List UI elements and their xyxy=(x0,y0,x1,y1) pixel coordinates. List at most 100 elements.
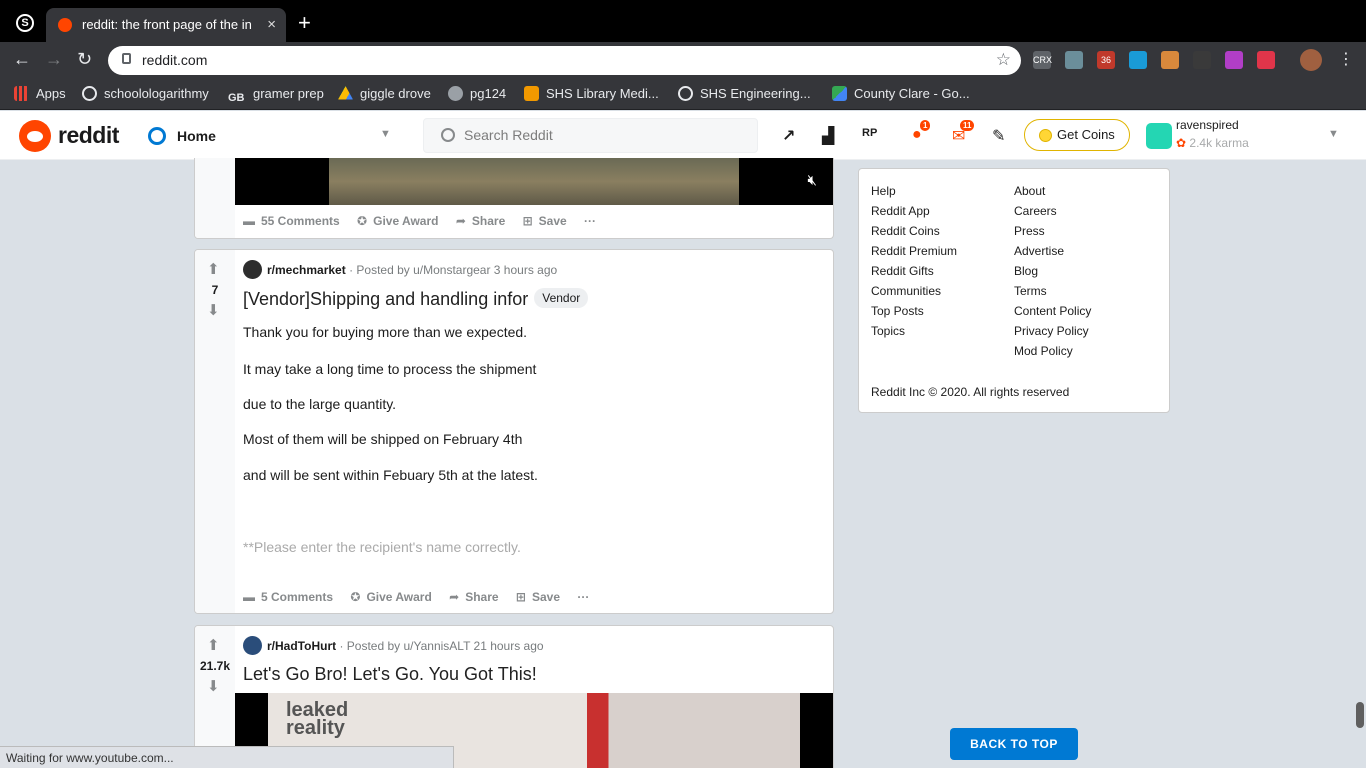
abp-icon[interactable]: 36 xyxy=(1097,51,1115,69)
comments-button[interactable]: ▬ 5 Comments xyxy=(243,590,333,604)
subreddit-icon[interactable] xyxy=(243,260,262,279)
back-arrow-icon[interactable]: ← xyxy=(13,49,31,70)
schoology-icon xyxy=(678,86,693,101)
bookmark-gramer-prep[interactable]: GB gramer prep xyxy=(228,86,324,107)
save-button[interactable]: ⊞ Save xyxy=(516,590,560,604)
downvote-arrow-icon[interactable]: ⬇ xyxy=(207,301,220,319)
leaf-ext-icon[interactable] xyxy=(1193,51,1211,69)
give-award-button[interactable]: ✪ Give Award xyxy=(350,590,431,604)
address-bar[interactable]: reddit.com ☆ xyxy=(108,46,1021,75)
owl-icon[interactable] xyxy=(1065,51,1083,69)
upvote-arrow-icon[interactable]: ⬆ xyxy=(207,636,220,654)
create-post-pencil-icon[interactable]: ✎ xyxy=(992,126,1005,146)
user-menu-chevron-icon[interactable]: ▼ xyxy=(1328,128,1339,140)
share-button[interactable]: ➦ Share xyxy=(456,214,505,228)
footer-link[interactable]: Reddit Coins xyxy=(871,224,940,238)
browser-menu-icon[interactable]: ⋮ xyxy=(1338,49,1354,69)
bookmark-shs-engineering[interactable]: SHS Engineering... xyxy=(678,86,811,101)
upvote-arrow-icon[interactable]: ⬆ xyxy=(207,260,220,278)
color-ext-icon[interactable] xyxy=(1225,51,1243,69)
post-card[interactable]: ⬆ 7 ⬇ r/mechmarket · Posted by u/Monstar… xyxy=(194,249,834,614)
get-coins-button[interactable]: Get Coins xyxy=(1024,119,1130,151)
post-actions: ▬ 5 Comments ✪ Give Award ➦ Share ⊞ Save ··· xyxy=(243,590,603,604)
footer-link[interactable]: Mod Policy xyxy=(1014,344,1073,358)
schoology-tab-icon[interactable]: S xyxy=(16,14,34,32)
footer-link[interactable]: Reddit Premium xyxy=(871,244,957,258)
footer-link[interactable]: Press xyxy=(1014,224,1045,238)
username[interactable]: ravenspired xyxy=(1176,118,1239,132)
save-button[interactable]: ⊞ Save xyxy=(523,214,567,228)
reddit-logo-icon[interactable] xyxy=(19,120,51,152)
rpan-icon[interactable]: RP xyxy=(862,127,877,139)
bookmark-pg124[interactable]: pg124 xyxy=(448,86,506,101)
subreddit-icon[interactable] xyxy=(243,636,262,655)
more-options-button[interactable]: ··· xyxy=(584,214,596,228)
video-frame xyxy=(329,158,739,205)
footer-link[interactable]: About xyxy=(1014,184,1045,198)
copyright: Reddit Inc © 2020. All rights reserved xyxy=(871,385,1070,399)
post-title[interactable]: Let's Go Bro! Let's Go. You Got This! xyxy=(243,664,537,685)
search-box[interactable] xyxy=(423,118,758,153)
footer-link[interactable]: Privacy Policy xyxy=(1014,324,1089,338)
url-text[interactable]: reddit.com xyxy=(142,52,207,68)
vote-column: ⬆ 7 ⬇ xyxy=(195,250,235,613)
reload-icon[interactable]: ↻ xyxy=(77,49,92,70)
back-to-top-button[interactable]: BACK TO TOP xyxy=(950,728,1078,760)
footer-link[interactable]: Careers xyxy=(1014,204,1057,218)
search-input[interactable] xyxy=(464,127,734,143)
trending-icon[interactable]: ↗ xyxy=(782,126,795,146)
home-icon xyxy=(148,127,166,145)
body-line: Thank you for buying more than we expect… xyxy=(243,324,528,340)
give-award-button[interactable]: ✪ Give Award xyxy=(357,214,438,228)
mute-icon[interactable]: 🔇︎ xyxy=(808,172,817,189)
reddit-wordmark[interactable]: reddit xyxy=(58,122,119,149)
bookmark-schoolologarithmy[interactable]: schoolologarithmy xyxy=(82,86,209,101)
footer-link[interactable]: Advertise xyxy=(1014,244,1064,258)
bookmark-county-clare[interactable]: County Clare - Go... xyxy=(832,86,970,101)
bookmark-star-icon[interactable]: ☆ xyxy=(996,50,1011,70)
bookmark-giggle-drove[interactable]: giggle drove xyxy=(338,86,431,101)
crx-icon[interactable]: CRX xyxy=(1033,51,1052,69)
subreddit-link[interactable]: r/HadToHurt xyxy=(267,639,336,653)
box-ext-icon[interactable] xyxy=(1161,51,1179,69)
user-avatar[interactable] xyxy=(1146,123,1172,149)
new-tab-button[interactable]: + xyxy=(298,10,311,36)
share-icon: ➦ xyxy=(455,214,466,228)
profile-avatar[interactable] xyxy=(1300,49,1322,71)
post-video[interactable]: 🔇︎ xyxy=(235,158,833,205)
footer-link[interactable]: Blog xyxy=(1014,264,1038,278)
pocket-ext-icon[interactable] xyxy=(1257,51,1275,69)
footer-link[interactable]: Help xyxy=(871,184,896,198)
chevron-down-icon[interactable]: ▼ xyxy=(380,128,391,140)
chat-icon[interactable]: ● 1 xyxy=(912,120,931,144)
bookmark-shs-library[interactable]: SHS Library Medi... xyxy=(524,86,659,101)
home-dropdown-label[interactable]: Home xyxy=(177,128,216,144)
bookmarks-bar: Apps schoolologarithmy GB gramer prep gig… xyxy=(0,78,1366,110)
bookmark-apps[interactable]: Apps xyxy=(14,86,66,101)
body-line: due to the large quantity. xyxy=(243,396,397,412)
more-options-button[interactable]: ··· xyxy=(577,590,589,604)
footer-link[interactable]: Content Policy xyxy=(1014,304,1091,318)
leaderboard-icon[interactable]: ▟ xyxy=(822,126,834,146)
browser-tab-active[interactable]: reddit: the front page of the internet × xyxy=(46,8,286,42)
footer-link[interactable]: Reddit Gifts xyxy=(871,264,934,278)
footer-link[interactable]: Topics xyxy=(871,324,905,338)
comment-icon: ▬ xyxy=(243,590,255,604)
post-flair[interactable]: Vendor xyxy=(534,288,589,308)
downvote-arrow-icon[interactable]: ⬇ xyxy=(207,677,220,695)
footer-link[interactable]: Top Posts xyxy=(871,304,924,318)
checkmark-ext-icon[interactable] xyxy=(1129,51,1147,69)
comments-button[interactable]: ▬ 55 Comments xyxy=(243,214,340,228)
footer-link[interactable]: Terms xyxy=(1014,284,1047,298)
share-button[interactable]: ➦ Share xyxy=(449,590,498,604)
footer-link[interactable]: Reddit App xyxy=(871,204,930,218)
mail-icon[interactable]: ✉ 11 xyxy=(952,120,975,146)
tab-close-icon[interactable]: × xyxy=(267,16,276,33)
post-title[interactable]: [Vendor]Shipping and handling infor Vendo… xyxy=(243,288,589,310)
browser-toolbar: ← → ↻ reddit.com ☆ CRX 36 ⋮ xyxy=(0,42,1366,78)
scrollbar-thumb[interactable] xyxy=(1356,702,1364,728)
post-card[interactable]: 🔇︎ ▬ 55 Comments ✪ Give Award ➦ Share ⊞ Save… xyxy=(194,158,834,239)
subreddit-link[interactable]: r/mechmarket xyxy=(267,263,346,277)
forward-arrow-icon[interactable]: → xyxy=(45,49,63,70)
footer-link[interactable]: Communities xyxy=(871,284,941,298)
